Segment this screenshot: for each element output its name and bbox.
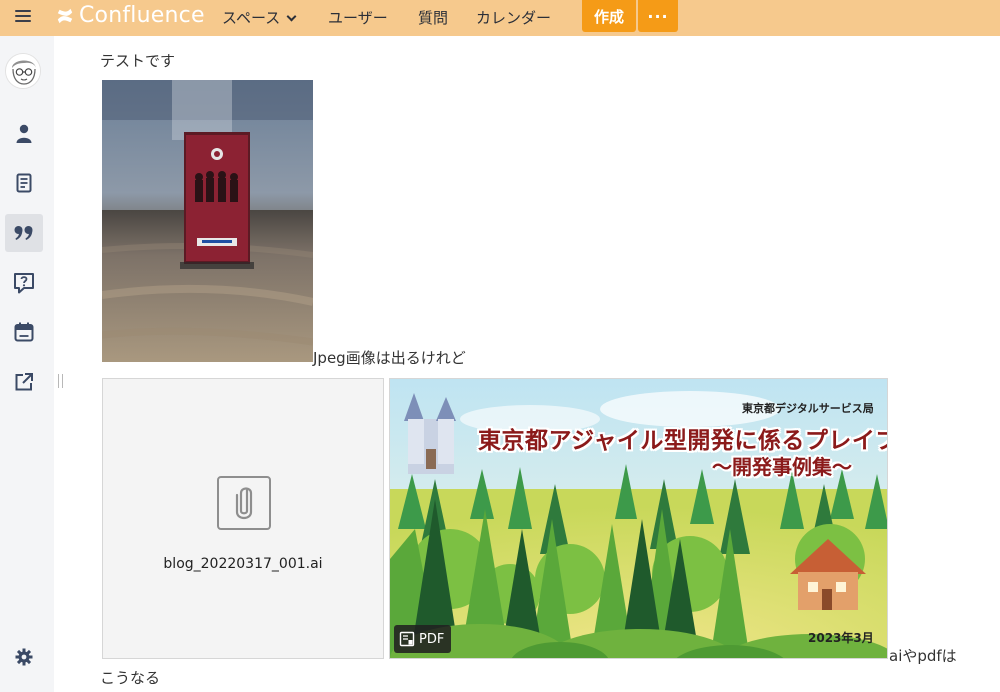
jpeg-image[interactable] <box>102 80 313 362</box>
external-link-icon <box>15 373 33 391</box>
pdf-badge-label: PDF <box>419 631 445 647</box>
blog-button[interactable] <box>5 214 43 252</box>
page-icon <box>16 173 32 193</box>
pdf-org-text: 東京都デジタルサービス局 <box>742 402 874 415</box>
app-name: Confluence <box>79 3 205 28</box>
pdf-badge: PDF <box>394 625 452 653</box>
pdf-file-icon <box>399 631 415 647</box>
sidebar-resize-handle[interactable] <box>58 374 63 388</box>
pdf-subtitle-text: 〜開発事例集〜 <box>712 455 852 479</box>
attachment-box <box>217 476 271 530</box>
paragraph-text: テストです <box>100 52 176 70</box>
nav-spaces-label: スペース <box>222 9 281 27</box>
top-navigation-bar: Confluence スペース ユーザー 質問 カレンダー 作成 ··· <box>0 0 1000 36</box>
jpeg-caption: Jpeg画像は出るけれど <box>313 349 466 367</box>
pdf-title-text: 東京都アジャイル型開発に係るプレイブック <box>478 428 887 454</box>
photo-acrylic-stand <box>102 80 313 362</box>
nav-users[interactable]: ユーザー <box>328 7 388 28</box>
ai-file-attachment[interactable]: blog_20220317_001.ai <box>102 378 384 659</box>
confluence-logo-icon <box>57 8 73 23</box>
person-icon <box>16 124 32 143</box>
left-sidebar <box>0 36 54 692</box>
more-create-options-button[interactable]: ··· <box>638 0 678 32</box>
gear-icon <box>15 648 33 666</box>
avatar[interactable] <box>5 53 41 89</box>
ai-pdf-caption: aiやpdfは <box>889 647 957 665</box>
pages-button[interactable] <box>5 164 43 202</box>
nav-questions[interactable]: 質問 <box>418 7 448 28</box>
paragraph-text-bottom: こうなる <box>100 669 161 687</box>
chevron-down-icon <box>286 11 297 22</box>
question-icon <box>14 273 34 294</box>
menu-icon[interactable] <box>15 10 31 24</box>
nav-spaces[interactable]: スペース <box>222 7 297 28</box>
quote-icon <box>14 226 33 240</box>
pdf-file-preview[interactable]: 東京都デジタルサービス局 東京都アジャイル型開発に係るプレイブック 〜開発事例集… <box>389 378 888 659</box>
calendars-button[interactable] <box>5 313 43 351</box>
people-directory-button[interactable] <box>5 115 43 153</box>
calendar-icon <box>14 322 34 342</box>
pdf-date-text: 2023年3月 <box>808 631 874 645</box>
paperclip-icon <box>235 487 253 520</box>
external-link-button[interactable] <box>5 363 43 401</box>
confluence-logo[interactable]: Confluence <box>56 3 205 28</box>
nav-calendar[interactable]: カレンダー <box>476 7 551 28</box>
create-button[interactable]: 作成 <box>582 0 636 32</box>
avatar-illustration <box>6 54 40 88</box>
attachment-file-name: blog_20220317_001.ai <box>163 556 323 572</box>
settings-button[interactable] <box>5 638 43 676</box>
questions-button[interactable] <box>5 264 43 302</box>
